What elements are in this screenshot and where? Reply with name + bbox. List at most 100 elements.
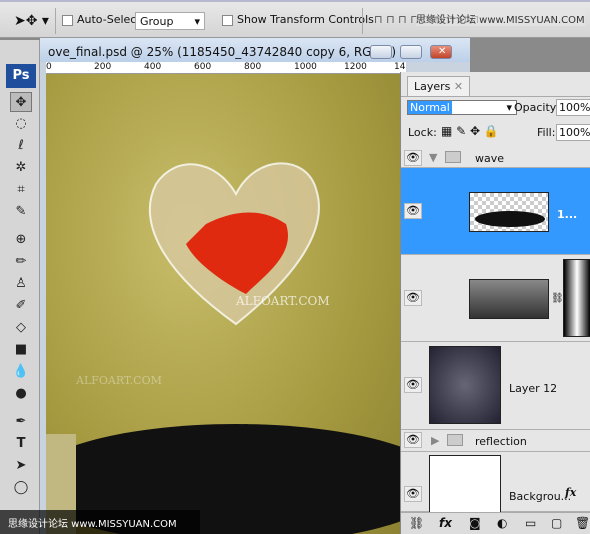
- tools-panel: Ps ✥ ◌ ℓ ✲ ⌗ ✎ ⊕ ✏ ♙ ✐ ◇ ■ 💧 ● ✒ T ➤ ◯: [0, 40, 40, 534]
- watermark-text: 思缘设计论坛 www.MISSYUAN.COM: [416, 11, 585, 26]
- close-button[interactable]: ✕: [430, 45, 452, 59]
- type-tool-icon[interactable]: T: [10, 434, 32, 454]
- magic-wand-icon[interactable]: ✲: [10, 158, 32, 178]
- layer-row-layer-12[interactable]: 👁 Layer 12: [401, 342, 590, 430]
- fx-icon[interactable]: fx: [565, 486, 576, 499]
- lasso-tool-icon[interactable]: ℓ: [10, 136, 32, 156]
- layer-row[interactable]: 👁 ⛓: [401, 255, 590, 342]
- brush-tool-icon[interactable]: ✏: [10, 252, 32, 272]
- triangle-right-icon[interactable]: ▶: [431, 434, 439, 447]
- eraser-tool-icon[interactable]: ◇: [10, 318, 32, 338]
- folder-icon: [445, 151, 461, 163]
- ruler-tick: 1000: [294, 62, 317, 72]
- fill-label: Fill:: [537, 126, 556, 139]
- move-tool-icon[interactable]: ➤✥ ▾: [14, 13, 49, 29]
- lock-icons[interactable]: ▦ ✎ ✥ 🔒: [441, 124, 499, 138]
- new-layer-icon[interactable]: ▢: [551, 516, 562, 530]
- marquee-tool-icon[interactable]: ◌: [10, 114, 32, 134]
- opacity-input[interactable]: 100%: [556, 99, 590, 116]
- dropdown-value: Group: [140, 15, 174, 28]
- ruler-tick: 200: [94, 62, 112, 72]
- ruler-tick: 800: [244, 62, 262, 72]
- stamp-tool-icon[interactable]: ♙: [10, 274, 32, 294]
- layer-thumbnail: [469, 279, 549, 319]
- eye-icon[interactable]: 👁: [404, 203, 422, 219]
- layer-controls: Normal ▾ Opacity: 100% Lock: ▦ ✎ ✥ 🔒 Fill…: [401, 96, 590, 148]
- eyedropper-icon[interactable]: ✎: [10, 202, 32, 222]
- shape-tool-icon[interactable]: ◯: [10, 478, 32, 498]
- gradient-tool-icon[interactable]: ■: [10, 340, 32, 360]
- ruler-tick: 1200: [344, 62, 367, 72]
- chain-link-icon[interactable]: ⛓: [551, 293, 564, 304]
- maximize-button[interactable]: [400, 45, 422, 59]
- adjustment-icon[interactable]: ◐: [497, 516, 507, 530]
- eye-icon[interactable]: 👁: [404, 377, 422, 393]
- layer-mask-thumbnail[interactable]: [563, 259, 590, 337]
- folder-icon: [447, 434, 463, 446]
- minimize-button[interactable]: [370, 45, 392, 59]
- opacity-label: Opacity:: [514, 101, 560, 114]
- eye-icon[interactable]: 👁: [404, 150, 422, 166]
- triangle-down-icon[interactable]: ▼: [429, 151, 437, 164]
- close-icon: ✕: [438, 46, 447, 57]
- horizontal-ruler: 0 200 400 600 800 1000 1200 14: [46, 62, 406, 74]
- document-title: ove_final.psd @ 25% (1185450_43742840 co…: [48, 45, 397, 59]
- dodge-tool-icon[interactable]: ●: [10, 384, 32, 404]
- layer-group-wave[interactable]: 👁 ▼ wave: [401, 148, 590, 168]
- ruler-tick: 0: [46, 62, 52, 72]
- ruler-tick: 400: [144, 62, 162, 72]
- canvas[interactable]: ALFOART.COM ALFOART.COM: [46, 74, 400, 534]
- eye-icon[interactable]: 👁: [404, 290, 422, 306]
- layer-group-reflection[interactable]: 👁 ▶ reflection: [401, 430, 590, 452]
- blend-mode-value: Normal: [408, 101, 452, 114]
- layer-name: Backgrou...: [509, 490, 572, 503]
- divider: [362, 8, 363, 34]
- canvas-watermark: ALFOART.COM: [236, 294, 330, 308]
- fx-icon[interactable]: fx: [439, 516, 452, 530]
- close-icon[interactable]: ✕: [454, 80, 463, 93]
- tab-label: Layers: [414, 80, 451, 93]
- show-transform-checkbox[interactable]: Show Transform Controls: [222, 13, 374, 26]
- history-brush-icon[interactable]: ✐: [10, 296, 32, 316]
- layer-thumbnail: [429, 346, 501, 424]
- layer-name: reflection: [475, 435, 527, 448]
- layer-name: 1...: [557, 208, 578, 221]
- layer-thumbnail: [429, 455, 501, 515]
- layer-name: wave: [475, 152, 505, 165]
- pen-tool-icon[interactable]: ✒: [10, 412, 32, 432]
- canvas-watermark: ALFOART.COM: [76, 374, 162, 387]
- layer-thumbnail: [469, 192, 549, 232]
- mask-icon[interactable]: ◙: [469, 516, 481, 530]
- auto-select-checkbox[interactable]: Auto-Select:: [62, 13, 144, 26]
- water-drop: [238, 424, 254, 444]
- move-tool-icon[interactable]: ✥: [10, 92, 32, 112]
- eye-icon[interactable]: 👁: [404, 432, 422, 448]
- canvas-image: [46, 162, 400, 534]
- blur-tool-icon[interactable]: 💧: [10, 362, 32, 382]
- blend-mode-dropdown[interactable]: Normal ▾: [407, 100, 517, 115]
- chevron-down-icon: ▾: [506, 101, 512, 114]
- ruler-tick: 600: [194, 62, 212, 72]
- auto-select-dropdown[interactable]: Group ▾: [135, 12, 205, 30]
- tab-layers[interactable]: Layers ✕: [407, 76, 471, 96]
- layer-row-background[interactable]: 👁 Backgrou... fx: [401, 452, 590, 515]
- lock-label: Lock:: [408, 126, 437, 139]
- fill-input[interactable]: 100%: [556, 124, 590, 141]
- show-transform-label: Show Transform Controls: [237, 13, 374, 26]
- divider: [55, 8, 56, 34]
- footer-watermark: 思缘设计论坛 www.MISSYUAN.COM: [0, 510, 200, 534]
- link-icon[interactable]: ⛓: [409, 516, 424, 530]
- path-select-icon[interactable]: ➤: [10, 456, 32, 476]
- options-bar: ➤✥ ▾ Auto-Select: Group ▾ Show Transform…: [0, 0, 590, 38]
- crop-tool-icon[interactable]: ⌗: [10, 180, 32, 200]
- eye-icon[interactable]: 👁: [404, 486, 422, 502]
- new-group-icon[interactable]: ▭: [525, 516, 536, 530]
- trash-icon[interactable]: 🗑: [575, 516, 590, 530]
- layer-row-selected[interactable]: 👁 1...: [401, 168, 590, 255]
- ps-logo: Ps: [6, 64, 36, 88]
- ruler-tick: 14: [394, 62, 406, 72]
- layers-panel: Layers ✕ Normal ▾ Opacity: 100% Lock: ▦ ✎…: [400, 72, 590, 534]
- layer-name: Layer 12: [509, 382, 558, 395]
- layers-footer: ⛓ fx ◙ ◐ ▭ ▢ 🗑: [401, 512, 590, 534]
- healing-brush-icon[interactable]: ⊕: [10, 230, 32, 250]
